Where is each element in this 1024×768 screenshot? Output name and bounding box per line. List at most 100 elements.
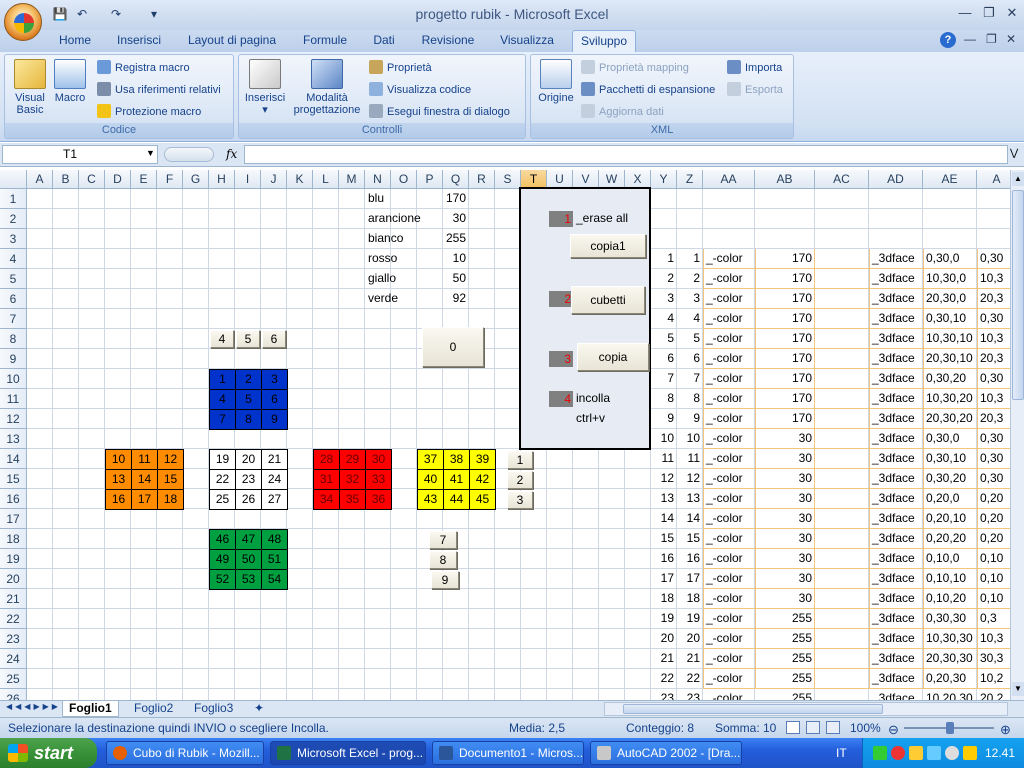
color-code-cell[interactable]: 170 bbox=[755, 329, 815, 349]
facelet-cell[interactable]: 43 bbox=[418, 490, 443, 509]
row-header[interactable]: 10 bbox=[0, 369, 27, 389]
facelet-cell[interactable]: 14 bbox=[132, 470, 157, 489]
index-cell[interactable]: 11 bbox=[677, 449, 703, 469]
facelet-cell[interactable]: 18 bbox=[158, 490, 183, 509]
coord-cell[interactable]: 20,30,30 bbox=[923, 649, 977, 669]
facelet-cell[interactable]: 50 bbox=[236, 550, 261, 569]
coord-cell[interactable]: 10,20,30 bbox=[923, 689, 977, 700]
start-button[interactable]: start bbox=[0, 738, 97, 768]
command-cell[interactable]: _3dface bbox=[869, 469, 923, 489]
column-header[interactable]: L bbox=[313, 170, 339, 189]
tab-inserisci[interactable]: Inserisci bbox=[108, 30, 170, 52]
coord-cell[interactable]: 0,30 bbox=[977, 449, 1010, 469]
color-value-cell[interactable]: 30 bbox=[443, 209, 469, 229]
facelet-cell[interactable]: 6 bbox=[262, 390, 287, 409]
index-cell[interactable]: 6 bbox=[677, 349, 703, 369]
coord-cell[interactable]: 0,30 bbox=[977, 309, 1010, 329]
zoom-out-icon[interactable]: ⊖ bbox=[888, 720, 899, 740]
column-header[interactable]: J bbox=[261, 170, 287, 189]
index-cell[interactable]: 10 bbox=[677, 429, 703, 449]
tab-revisione[interactable]: Revisione bbox=[414, 30, 482, 52]
index-cell[interactable]: 9 bbox=[651, 409, 677, 429]
facelet-cell[interactable]: 13 bbox=[106, 470, 131, 489]
command-cell[interactable]: _3dface bbox=[869, 269, 923, 289]
facelet-cell[interactable]: 2 bbox=[236, 370, 261, 389]
facelet-cell[interactable]: 46 bbox=[210, 530, 235, 549]
index-cell[interactable]: 13 bbox=[677, 489, 703, 509]
color-name-cell[interactable]: giallo bbox=[365, 269, 443, 289]
coord-cell[interactable]: 0,20,30 bbox=[923, 669, 977, 689]
command-cell[interactable]: _-color bbox=[703, 509, 755, 529]
command-cell[interactable]: _3dface bbox=[869, 389, 923, 409]
row-header[interactable]: 21 bbox=[0, 589, 27, 609]
index-cell[interactable]: 19 bbox=[651, 609, 677, 629]
rotate-button[interactable]: 5 bbox=[236, 330, 260, 348]
column-header[interactable]: M bbox=[339, 170, 365, 189]
index-cell[interactable]: 6 bbox=[651, 349, 677, 369]
network-icon[interactable] bbox=[873, 746, 887, 760]
coord-cell[interactable]: 0,30,30 bbox=[923, 609, 977, 629]
color-code-cell[interactable]: 170 bbox=[755, 249, 815, 269]
index-cell[interactable]: 22 bbox=[651, 669, 677, 689]
command-cell[interactable]: _-color bbox=[703, 529, 755, 549]
sheet-nav-icon[interactable]: ◀◀◀▶▶▶ bbox=[6, 702, 61, 711]
row-header[interactable]: 8 bbox=[0, 329, 27, 349]
coord-cell[interactable]: 0,20 bbox=[977, 529, 1010, 549]
close-icon[interactable]: ✕ bbox=[1001, 4, 1023, 22]
index-cell[interactable]: 1 bbox=[651, 249, 677, 269]
column-header[interactable]: C bbox=[79, 170, 105, 189]
command-cell[interactable]: _3dface bbox=[869, 349, 923, 369]
index-cell[interactable]: 12 bbox=[651, 469, 677, 489]
color-code-cell[interactable]: 170 bbox=[755, 369, 815, 389]
row-header[interactable]: 11 bbox=[0, 389, 27, 409]
ribbon-restore-icon[interactable]: ❐ bbox=[986, 32, 997, 46]
facelet-cell[interactable]: 12 bbox=[158, 450, 183, 469]
new-sheet-icon[interactable]: ✦ bbox=[248, 701, 270, 717]
row-header[interactable]: 17 bbox=[0, 509, 27, 529]
color-code-cell[interactable]: 30 bbox=[755, 589, 815, 609]
color-code-cell[interactable]: 255 bbox=[755, 689, 815, 700]
command-cell[interactable]: _3dface bbox=[869, 649, 923, 669]
command-cell[interactable]: _-color bbox=[703, 449, 755, 469]
command-cell[interactable]: _3dface bbox=[869, 669, 923, 689]
facelet-cell[interactable]: 39 bbox=[470, 450, 495, 469]
index-cell[interactable]: 22 bbox=[677, 669, 703, 689]
cubetti-button[interactable]: cubetti bbox=[571, 286, 645, 314]
facelet-cell[interactable]: 4 bbox=[210, 390, 235, 409]
coord-cell[interactable]: 0,30 bbox=[977, 469, 1010, 489]
index-cell[interactable]: 14 bbox=[677, 509, 703, 529]
scroll-down-icon[interactable]: ▼ bbox=[1012, 682, 1024, 696]
color-name-cell[interactable]: arancione bbox=[365, 209, 443, 229]
color-value-cell[interactable]: 255 bbox=[443, 229, 469, 249]
coord-cell[interactable]: 10,30,10 bbox=[923, 329, 977, 349]
coord-cell[interactable]: 20,3 bbox=[977, 409, 1010, 429]
formula-bar-splitter[interactable] bbox=[164, 147, 214, 162]
formula-input[interactable] bbox=[244, 145, 1008, 164]
facelet-cell[interactable]: 17 bbox=[132, 490, 157, 509]
column-header[interactable]: B bbox=[53, 170, 79, 189]
coord-cell[interactable]: 10,3 bbox=[977, 269, 1010, 289]
importa-button[interactable]: Importa bbox=[727, 59, 782, 77]
coord-cell[interactable]: 20,3 bbox=[977, 349, 1010, 369]
color-code-cell[interactable]: 170 bbox=[755, 289, 815, 309]
task-autocad[interactable]: AutoCAD 2002 - [Dra... bbox=[590, 741, 742, 765]
normal-view-icon[interactable] bbox=[786, 721, 800, 734]
coord-cell[interactable]: 0,30,10 bbox=[923, 309, 977, 329]
row-header[interactable]: 1 bbox=[0, 189, 27, 209]
index-cell[interactable]: 8 bbox=[651, 389, 677, 409]
command-cell[interactable]: _3dface bbox=[869, 569, 923, 589]
command-cell[interactable]: _-color bbox=[703, 249, 755, 269]
index-cell[interactable]: 4 bbox=[651, 309, 677, 329]
facelet-cell[interactable]: 1 bbox=[210, 370, 235, 389]
zero-button[interactable]: 0 bbox=[422, 327, 484, 367]
index-cell[interactable]: 20 bbox=[677, 629, 703, 649]
command-cell[interactable]: _3dface bbox=[869, 449, 923, 469]
color-code-cell[interactable]: 30 bbox=[755, 549, 815, 569]
coord-cell[interactable]: 10,30,20 bbox=[923, 389, 977, 409]
facelet-cell[interactable]: 31 bbox=[314, 470, 339, 489]
row-header[interactable]: 3 bbox=[0, 229, 27, 249]
scroll-up-icon[interactable]: ▲ bbox=[1012, 172, 1024, 186]
coord-cell[interactable]: 0,20,0 bbox=[923, 489, 977, 509]
index-cell[interactable]: 23 bbox=[677, 689, 703, 700]
row-header[interactable]: 20 bbox=[0, 569, 27, 589]
